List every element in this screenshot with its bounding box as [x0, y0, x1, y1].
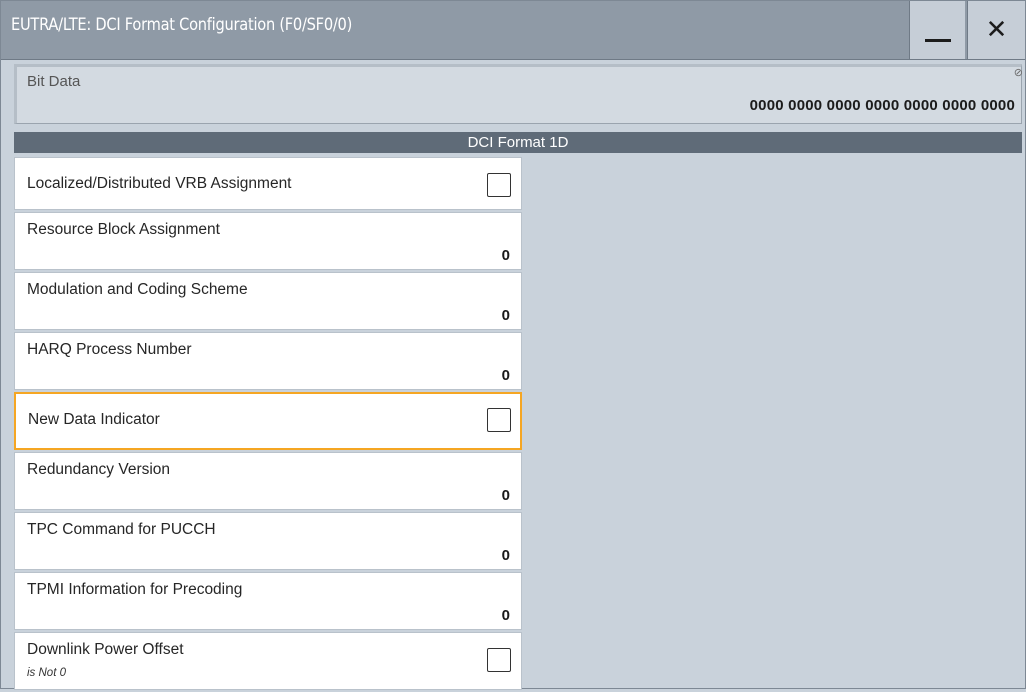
modulation-coding-scheme-row[interactable]: Modulation and Coding Scheme 0 [14, 272, 522, 330]
harq-process-number-value[interactable]: 0 [502, 367, 510, 384]
row-sublabel: is Not 0 [27, 667, 66, 679]
tpmi-information-row[interactable]: TPMI Information for Precoding 0 [14, 572, 522, 630]
parameter-list: Localized/Distributed VRB Assignment Res… [14, 157, 522, 692]
link-icon: ⊘ [1013, 67, 1023, 79]
resource-block-assignment-value[interactable]: 0 [502, 247, 510, 264]
row-label: Localized/Distributed VRB Assignment [27, 175, 292, 192]
modulation-coding-scheme-value[interactable]: 0 [502, 307, 510, 324]
new-data-indicator-row[interactable]: New Data Indicator [14, 392, 522, 450]
row-label: Modulation and Coding Scheme [27, 281, 248, 298]
bit-data-label: Bit Data [27, 73, 81, 90]
harq-process-number-row[interactable]: HARQ Process Number 0 [14, 332, 522, 390]
minimize-button[interactable] [909, 1, 965, 59]
redundancy-version-value[interactable]: 0 [502, 487, 510, 504]
title-bar: EUTRA/LTE: DCI Format Configuration (F0/… [1, 1, 1025, 60]
window-title: EUTRA/LTE: DCI Format Configuration (F0/… [11, 15, 353, 35]
row-label: TPMI Information for Precoding [27, 581, 243, 598]
tpc-command-pucch-row[interactable]: TPC Command for PUCCH 0 [14, 512, 522, 570]
downlink-power-offset-checkbox[interactable] [487, 648, 511, 672]
localized-distributed-vrb-row[interactable]: Localized/Distributed VRB Assignment [14, 157, 522, 210]
row-label: Resource Block Assignment [27, 221, 220, 238]
dci-format-dialog: EUTRA/LTE: DCI Format Configuration (F0/… [0, 0, 1026, 692]
close-button[interactable]: ✕ [967, 1, 1025, 59]
minimize-icon [924, 38, 951, 42]
bit-data-value: 0000 0000 0000 0000 0000 0000 0000 [749, 97, 1015, 114]
row-label: Downlink Power Offset [27, 641, 184, 658]
tpc-command-pucch-value[interactable]: 0 [502, 547, 510, 564]
row-label: HARQ Process Number [27, 341, 192, 358]
downlink-power-offset-row[interactable]: Downlink Power Offset is Not 0 [14, 632, 522, 690]
bit-data-field: Bit Data ⊘ 0000 0000 0000 0000 0000 0000… [14, 64, 1023, 124]
close-icon: ✕ [985, 15, 1008, 45]
resource-block-assignment-row[interactable]: Resource Block Assignment 0 [14, 212, 522, 270]
section-header: DCI Format 1D [14, 132, 1022, 153]
redundancy-version-row[interactable]: Redundancy Version 0 [14, 452, 522, 510]
tpmi-information-value[interactable]: 0 [502, 607, 510, 624]
row-label: New Data Indicator [28, 411, 160, 428]
row-label: TPC Command for PUCCH [27, 521, 216, 538]
new-data-indicator-checkbox[interactable] [487, 408, 511, 432]
localized-distributed-vrb-checkbox[interactable] [487, 173, 511, 197]
row-label: Redundancy Version [27, 461, 171, 478]
